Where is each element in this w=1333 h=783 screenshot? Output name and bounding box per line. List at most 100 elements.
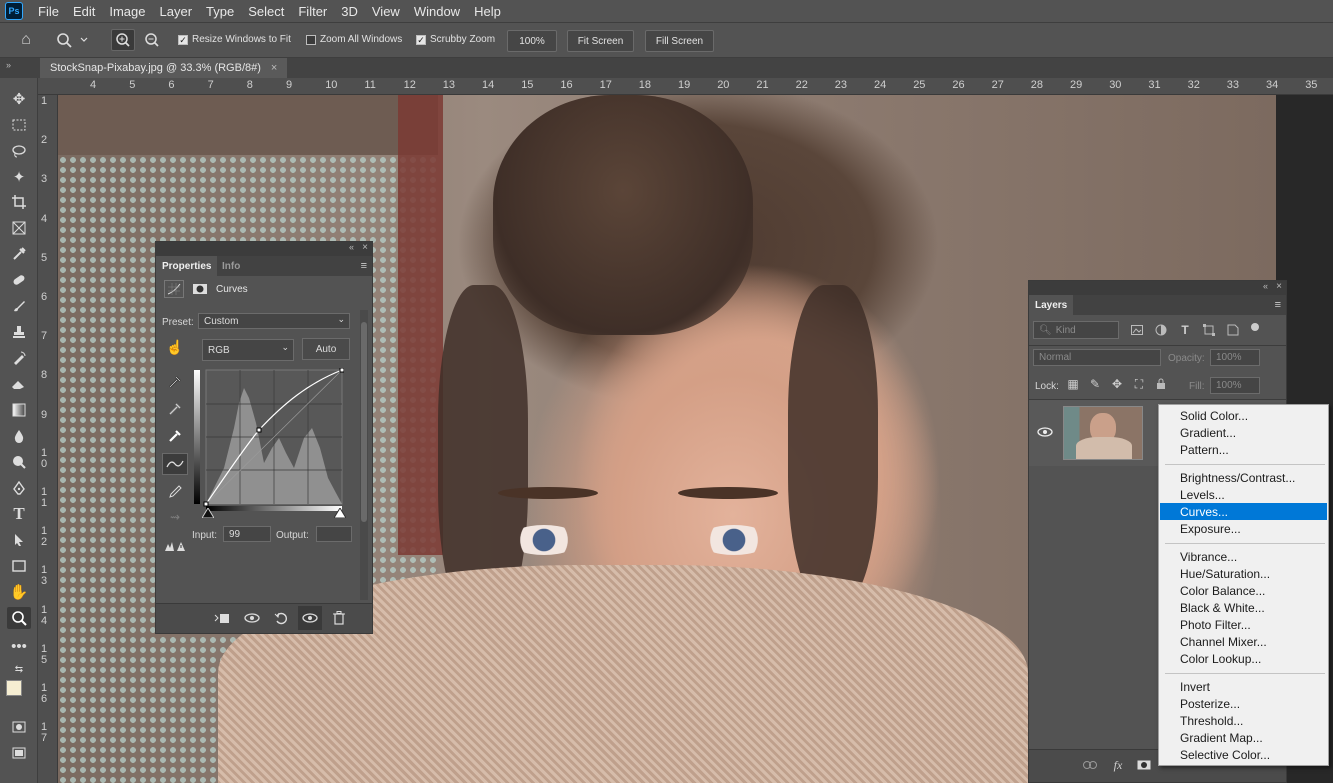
white-slider-icon[interactable] bbox=[333, 507, 347, 521]
move-tool-icon[interactable]: ✥ bbox=[7, 88, 31, 110]
clone-stamp-tool-icon[interactable] bbox=[7, 321, 31, 343]
eraser-tool-icon[interactable] bbox=[7, 373, 31, 395]
lasso-tool-icon[interactable] bbox=[7, 140, 31, 162]
properties-scrollbar[interactable] bbox=[360, 310, 368, 600]
menu-item-curves[interactable]: Curves... bbox=[1160, 503, 1327, 520]
menu-select[interactable]: Select bbox=[241, 4, 291, 19]
more-tools-icon[interactable]: ••• bbox=[7, 635, 31, 657]
toggle-visibility-icon[interactable] bbox=[298, 606, 322, 630]
healing-brush-tool-icon[interactable] bbox=[7, 269, 31, 291]
layer-mask-icon[interactable] bbox=[190, 280, 210, 298]
black-slider-icon[interactable] bbox=[201, 507, 215, 521]
delete-adjustment-icon[interactable] bbox=[328, 608, 350, 628]
lock-all-icon[interactable] bbox=[1153, 377, 1169, 391]
menu-view[interactable]: View bbox=[365, 4, 407, 19]
menu-item-brightness-contrast[interactable]: Brightness/Contrast... bbox=[1160, 469, 1327, 486]
rectangle-tool-icon[interactable] bbox=[7, 555, 31, 577]
layer-thumbnail[interactable] bbox=[1063, 406, 1143, 460]
hand-tool-icon[interactable]: ✋ bbox=[7, 581, 31, 603]
curves-adjustment-icon[interactable] bbox=[164, 280, 184, 298]
pencil-draw-curve-icon[interactable] bbox=[164, 482, 186, 502]
on-image-adjustment-icon[interactable]: ☝ bbox=[164, 338, 186, 356]
eyedropper-tool-icon[interactable] bbox=[7, 243, 31, 265]
menu-item-vibrance[interactable]: Vibrance... bbox=[1160, 548, 1327, 565]
photoshop-logo[interactable]: Ps bbox=[5, 2, 23, 20]
menu-item-gradient[interactable]: Gradient... bbox=[1160, 424, 1327, 441]
menu-item-selective-color[interactable]: Selective Color... bbox=[1160, 746, 1327, 763]
document-tab[interactable]: StockSnap-Pixabay.jpg @ 33.3% (RGB/8#) × bbox=[40, 58, 288, 78]
fit-screen-button[interactable]: Fit Screen bbox=[567, 30, 634, 52]
panel-menu-icon[interactable]: ≡ bbox=[1275, 299, 1281, 311]
zoom-tool-preset-icon[interactable] bbox=[52, 29, 92, 51]
menu-item-color-lookup[interactable]: Color Lookup... bbox=[1160, 650, 1327, 667]
link-layers-icon[interactable] bbox=[1081, 757, 1099, 773]
menu-item-gradient-map[interactable]: Gradient Map... bbox=[1160, 729, 1327, 746]
input-field[interactable]: 99 bbox=[223, 526, 271, 542]
tab-layers[interactable]: Layers bbox=[1029, 295, 1074, 315]
menu-type[interactable]: Type bbox=[199, 4, 241, 19]
lock-position-icon[interactable]: ✥ bbox=[1109, 377, 1125, 391]
menu-item-threshold[interactable]: Threshold... bbox=[1160, 712, 1327, 729]
channel-dropdown[interactable]: RGB ⌄ bbox=[202, 339, 294, 361]
white-point-eyedropper-icon[interactable] bbox=[164, 426, 186, 446]
menu-item-hue-saturation[interactable]: Hue/Saturation... bbox=[1160, 565, 1327, 582]
clip-to-layer-icon[interactable] bbox=[211, 608, 233, 628]
menu-filter[interactable]: Filter bbox=[291, 4, 334, 19]
gray-point-eyedropper-icon[interactable] bbox=[164, 399, 186, 419]
menu-help[interactable]: Help bbox=[467, 4, 508, 19]
auto-button[interactable]: Auto bbox=[302, 338, 350, 360]
scrubby-zoom-checkbox[interactable]: ✓ Scrubby Zoom bbox=[416, 34, 495, 45]
scrollbar-thumb[interactable] bbox=[361, 322, 367, 522]
menu-item-photo-filter[interactable]: Photo Filter... bbox=[1160, 616, 1327, 633]
zoom-out-icon[interactable] bbox=[140, 29, 164, 51]
menu-item-solid-color[interactable]: Solid Color... bbox=[1160, 407, 1327, 424]
home-icon[interactable]: ⌂ bbox=[14, 29, 38, 51]
filter-toggle-icon[interactable] bbox=[1251, 323, 1259, 331]
menu-item-invert[interactable]: Invert bbox=[1160, 678, 1327, 695]
tab-info[interactable]: Info bbox=[216, 256, 246, 276]
zoom-in-icon[interactable] bbox=[111, 29, 135, 51]
menu-image[interactable]: Image bbox=[102, 4, 152, 19]
path-selection-tool-icon[interactable] bbox=[7, 529, 31, 551]
menu-item-levels[interactable]: Levels... bbox=[1160, 486, 1327, 503]
filter-shape-icon[interactable] bbox=[1201, 323, 1217, 337]
view-previous-state-icon[interactable] bbox=[241, 608, 263, 628]
menu-item-exposure[interactable]: Exposure... bbox=[1160, 520, 1327, 537]
menu-edit[interactable]: Edit bbox=[66, 4, 102, 19]
menu-item-posterize[interactable]: Posterize... bbox=[1160, 695, 1327, 712]
opacity-field[interactable]: 100% bbox=[1210, 349, 1260, 366]
curve-point-tool-icon[interactable] bbox=[162, 453, 188, 475]
close-tab-icon[interactable]: × bbox=[271, 62, 277, 74]
filter-adjustment-icon[interactable] bbox=[1153, 323, 1169, 337]
add-mask-icon[interactable] bbox=[1135, 757, 1153, 773]
close-panel-icon[interactable]: × bbox=[1276, 281, 1282, 292]
filter-type-icon[interactable]: T bbox=[1177, 323, 1193, 337]
pen-tool-icon[interactable] bbox=[7, 477, 31, 499]
zoom-100-button[interactable]: 100% bbox=[507, 30, 557, 52]
clipping-warning-icon[interactable] bbox=[162, 538, 188, 554]
type-tool-icon[interactable]: T bbox=[7, 503, 31, 525]
resize-windows-checkbox[interactable]: ✓ Resize Windows to Fit bbox=[178, 34, 291, 45]
menu-item-black-white[interactable]: Black & White... bbox=[1160, 599, 1327, 616]
panel-menu-icon[interactable]: ≡ bbox=[361, 260, 367, 272]
dodge-tool-icon[interactable] bbox=[7, 451, 31, 473]
quick-mask-icon[interactable] bbox=[7, 716, 31, 738]
zoom-all-windows-checkbox[interactable]: Zoom All Windows bbox=[306, 34, 402, 45]
menu-window[interactable]: Window bbox=[407, 4, 467, 19]
layer-style-fx-icon[interactable]: fx bbox=[1109, 757, 1127, 773]
close-panel-icon[interactable]: × bbox=[362, 242, 368, 253]
collapse-toolbar-icon[interactable]: » bbox=[6, 60, 11, 70]
screen-mode-icon[interactable] bbox=[7, 742, 31, 764]
crop-tool-icon[interactable] bbox=[7, 191, 31, 213]
reset-adjustment-icon[interactable] bbox=[270, 608, 292, 628]
foreground-color-swatch[interactable] bbox=[6, 680, 22, 696]
swap-colors-icon[interactable]: ⇆ bbox=[7, 658, 31, 680]
curves-graph[interactable] bbox=[194, 367, 345, 516]
layer-filter-kind-dropdown[interactable]: 🔍︎ Kind bbox=[1033, 321, 1119, 339]
lock-image-icon[interactable]: ✎ bbox=[1087, 377, 1103, 391]
menu-file[interactable]: File bbox=[31, 4, 66, 19]
menu-item-color-balance[interactable]: Color Balance... bbox=[1160, 582, 1327, 599]
output-field[interactable] bbox=[316, 526, 352, 542]
filter-smart-object-icon[interactable] bbox=[1225, 323, 1241, 337]
blur-tool-icon[interactable] bbox=[7, 425, 31, 447]
